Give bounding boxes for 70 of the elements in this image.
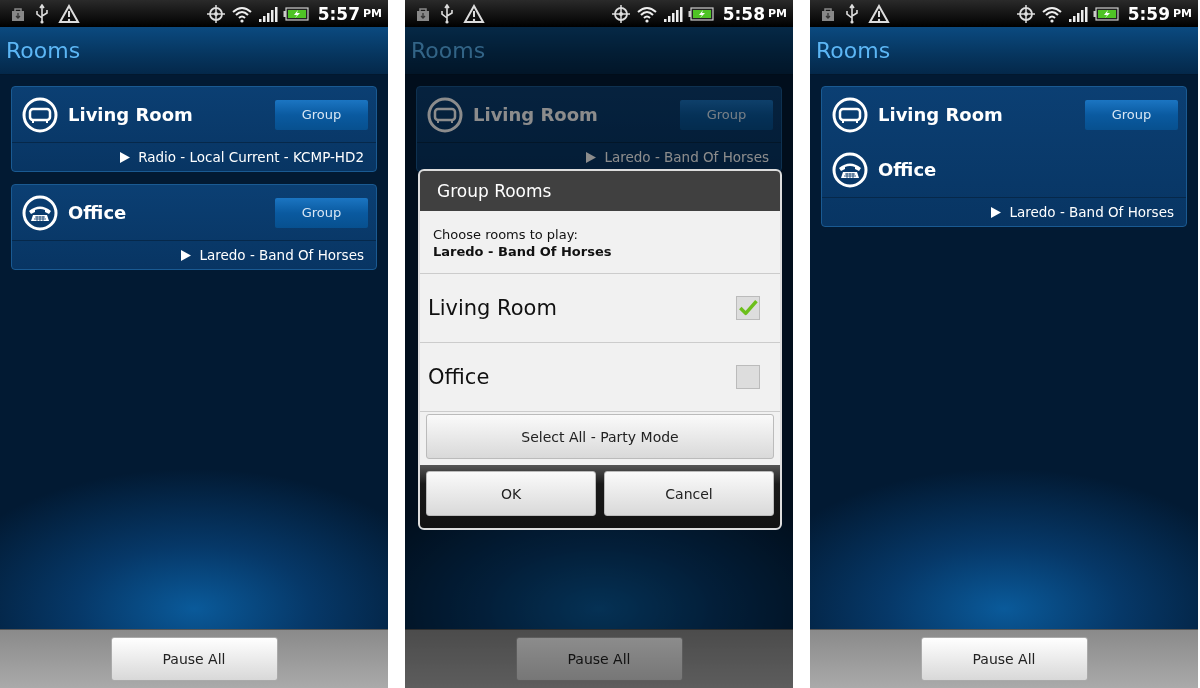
checkbox[interactable] — [736, 296, 760, 320]
usb-icon — [34, 3, 50, 24]
play-icon — [586, 151, 597, 163]
wifi-icon — [635, 4, 658, 23]
wifi-icon — [1040, 4, 1063, 23]
option-label: Living Room — [428, 296, 557, 320]
now-playing-text: Laredo - Band Of Horses — [604, 149, 769, 165]
screen-title: Rooms — [411, 38, 486, 63]
warning-icon — [868, 3, 890, 24]
sofa-icon — [22, 96, 58, 133]
dialog-track-name: Laredo - Band Of Horses — [433, 244, 613, 259]
telephone-icon — [22, 194, 58, 231]
play-icon — [991, 206, 1002, 218]
group-button[interactable]: Group — [275, 99, 368, 130]
zone-card[interactable]: Office Group Laredo - Band Of Horses — [11, 184, 377, 270]
zone-card[interactable]: Living Room Group Radio - Local Current - KCMP-HD2 — [11, 86, 377, 172]
gps-icon — [205, 3, 226, 24]
sofa-icon — [832, 96, 868, 133]
warning-icon — [463, 3, 485, 24]
room-name: Living Room — [473, 104, 599, 125]
battery-icon — [282, 6, 309, 21]
usb-icon — [844, 3, 860, 24]
signal-icon — [257, 5, 278, 22]
dialog-button[interactable]: OK — [426, 471, 596, 516]
clock-meridiem: PM — [363, 7, 382, 20]
clock-meridiem: PM — [1173, 7, 1192, 20]
room-option[interactable]: Office — [420, 343, 780, 412]
now-playing-text: Laredo - Band Of Horses — [1009, 204, 1174, 220]
pause-all-button[interactable]: Pause All — [110, 637, 278, 681]
option-label: Office — [428, 365, 490, 389]
gps-icon — [610, 3, 631, 24]
room-option[interactable]: Living Room — [420, 274, 780, 343]
dialog-message: Choose rooms to play: — [433, 227, 579, 242]
play-icon — [181, 249, 192, 261]
usb-icon — [439, 3, 455, 24]
battery-icon — [687, 6, 714, 21]
play-icon — [120, 151, 131, 163]
clock-time: 5:58 — [722, 3, 765, 24]
clock-time: 5:57 — [317, 3, 360, 24]
pause-all-button[interactable]: Pause All — [515, 637, 683, 681]
screen-title: Rooms — [6, 38, 81, 63]
room-name: Office — [68, 202, 128, 223]
signal-icon — [1067, 5, 1088, 22]
room-name: Living Room — [68, 104, 194, 125]
bag-icon — [415, 5, 431, 22]
group-button[interactable]: Group — [275, 197, 368, 228]
checkbox[interactable] — [736, 365, 760, 389]
sofa-icon — [427, 96, 463, 133]
now-playing-text: Laredo - Band Of Horses — [199, 247, 364, 263]
dialog-button[interactable]: Cancel — [604, 471, 774, 516]
gps-icon — [1015, 3, 1036, 24]
room-name: Office — [878, 159, 938, 180]
room-name: Living Room — [878, 104, 1004, 125]
clock-meridiem: PM — [768, 7, 787, 20]
zone-card[interactable]: Living Room Group Laredo - Band Of Horses — [416, 86, 782, 172]
warning-icon — [58, 3, 80, 24]
screen-title: Rooms — [816, 38, 891, 63]
dialog-title: Group Rooms — [437, 181, 552, 201]
group-button[interactable]: Group — [1085, 99, 1178, 130]
zone-card[interactable]: Living Room Group Office Laredo - Band Of Horses — [821, 86, 1187, 227]
pause-all-button[interactable]: Pause All — [920, 637, 1088, 681]
clock-time: 5:59 — [1127, 3, 1170, 24]
battery-icon — [1092, 6, 1119, 21]
bag-icon — [10, 5, 26, 22]
bag-icon — [820, 5, 836, 22]
wifi-icon — [230, 4, 253, 23]
select-all-button[interactable]: Select All - Party Mode — [426, 414, 774, 459]
signal-icon — [662, 5, 683, 22]
telephone-icon — [832, 151, 868, 188]
now-playing-text: Radio - Local Current - KCMP-HD2 — [138, 149, 364, 165]
